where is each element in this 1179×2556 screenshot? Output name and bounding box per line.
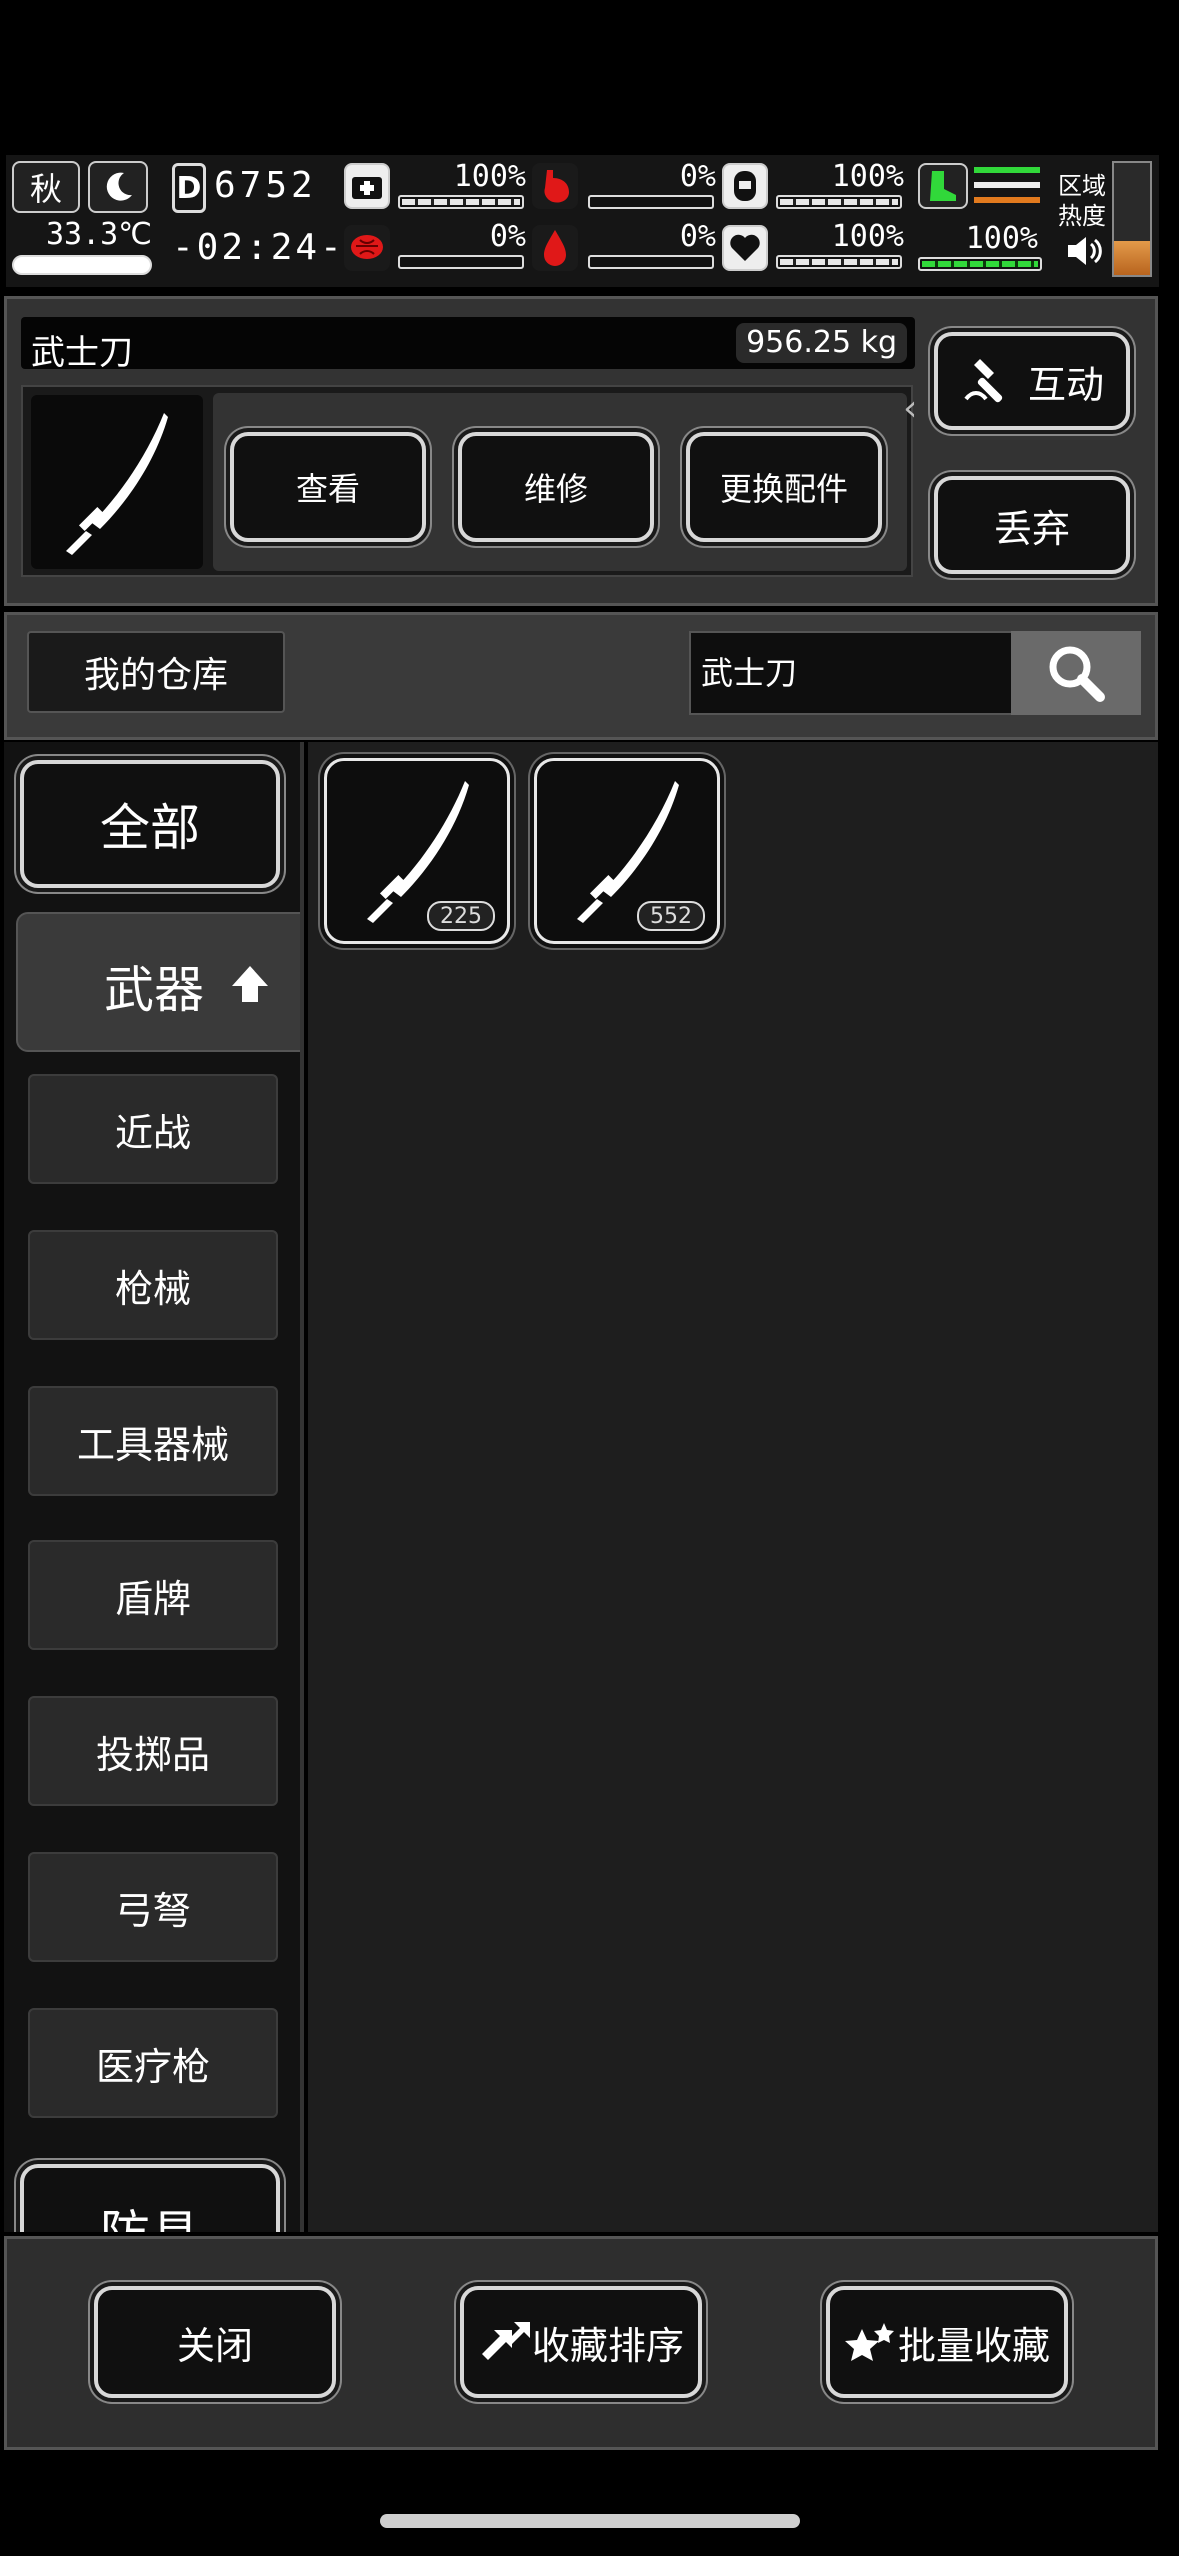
hunger-bar — [588, 195, 714, 209]
time-readout: -02:24- — [172, 227, 345, 268]
close-button[interactable]: 关闭 — [94, 2286, 336, 2398]
temperature-readout: 33.3℃ — [46, 217, 152, 252]
item-grid: 225 552 — [308, 742, 1158, 2232]
brain-icon — [344, 225, 390, 271]
heart-icon — [722, 225, 768, 271]
item-name: 武士刀 — [31, 333, 133, 373]
water-bar — [776, 195, 902, 209]
boot-icon — [918, 163, 968, 209]
hammer-hand-icon — [964, 359, 1003, 403]
stomach-icon — [532, 163, 578, 209]
canteen-icon — [722, 163, 768, 209]
mood-bar — [776, 255, 902, 269]
status-hud: 秋 33.3℃ D 6752 -02:24- 100% 0% 100% 100%… — [6, 155, 1159, 287]
blood-percent: 0% — [679, 219, 716, 254]
mood-percent: 100% — [831, 219, 904, 254]
swap-arrows-icon — [481, 2322, 530, 2360]
batch-favorite-button[interactable]: 批量收藏 — [826, 2286, 1068, 2398]
blood-drop-icon — [532, 225, 578, 271]
season-badge: 秋 — [12, 161, 80, 213]
search-icon — [1049, 646, 1105, 702]
speaker-icon[interactable] — [1064, 233, 1104, 269]
category-all[interactable]: 全部 — [20, 760, 280, 888]
item-slot[interactable]: 225 — [324, 758, 510, 944]
stars-icon — [844, 2323, 894, 2361]
app-root: 秋 33.3℃ D 6752 -02:24- 100% 0% 100% 100%… — [0, 0, 1179, 2556]
interact-button[interactable]: 互动 — [934, 332, 1130, 430]
thermometer-icon — [12, 255, 152, 275]
category-bows[interactable]: 弓弩 — [28, 1852, 278, 1962]
item-count: 552 — [637, 901, 705, 931]
katana-icon — [66, 413, 168, 555]
category-shields[interactable]: 盾牌 — [28, 1540, 278, 1650]
medkit-icon — [344, 163, 390, 209]
zone-heat-gauge — [1112, 161, 1152, 277]
stamina-bar — [918, 257, 1042, 271]
view-button[interactable]: 查看 — [230, 432, 426, 542]
stamina-stripes-icon — [974, 167, 1040, 209]
item-count: 225 — [427, 901, 495, 931]
category-sidebar: 全部 武器 近战 枪械 工具器械 盾牌 投掷品 弓弩 医疗枪 防具 — [4, 742, 304, 2232]
item-thumbnail[interactable] — [31, 395, 203, 569]
category-throwables[interactable]: 投掷品 — [28, 1696, 278, 1806]
zone-heat-label: 区域 热度 — [1058, 172, 1106, 230]
repair-button[interactable]: 维修 — [458, 432, 654, 542]
category-firearms[interactable]: 枪械 — [28, 1230, 278, 1340]
item-weight: 956.25 kg — [736, 323, 907, 363]
category-melee[interactable]: 近战 — [28, 1074, 278, 1184]
blood-bar — [588, 255, 714, 269]
stamina-percent: 100% — [965, 221, 1038, 256]
search-button[interactable] — [1011, 631, 1141, 715]
health-percent: 100% — [453, 159, 526, 194]
brain-bar — [398, 255, 524, 269]
water-percent: 100% — [831, 159, 904, 194]
category-armor[interactable]: 防具 — [20, 2164, 280, 2232]
item-title-bar: 武士刀 956.25 kg — [21, 317, 915, 373]
storage-title: 我的仓库 — [27, 631, 285, 713]
category-tools[interactable]: 工具器械 — [28, 1386, 278, 1496]
category-weapons[interactable]: 武器 — [16, 912, 300, 1052]
brain-percent: 0% — [489, 219, 526, 254]
collapse-arrow-icon[interactable]: ‹ — [903, 389, 923, 429]
change-parts-button[interactable]: 更换配件 — [686, 432, 882, 542]
hunger-percent: 0% — [679, 159, 716, 194]
storage-header: 我的仓库 武士刀 — [4, 612, 1158, 740]
home-indicator[interactable] — [380, 2514, 800, 2528]
search-input[interactable]: 武士刀 — [689, 631, 1015, 715]
sort-favorites-button[interactable]: 收藏排序 — [460, 2286, 702, 2398]
health-bar — [398, 195, 524, 209]
arrow-up-icon — [232, 966, 268, 1002]
item-slot[interactable]: 552 — [534, 758, 720, 944]
day-icon: D — [172, 163, 206, 213]
day-counter: 6752 — [214, 165, 317, 206]
night-moon-icon — [88, 161, 148, 213]
category-medical-guns[interactable]: 医疗枪 — [28, 2008, 278, 2118]
discard-button[interactable]: 丢弃 — [934, 476, 1130, 574]
